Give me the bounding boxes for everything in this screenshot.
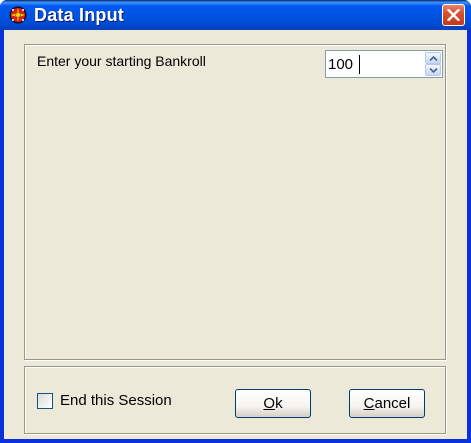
spin-buttons [425,52,441,76]
ok-button[interactable]: Ok [235,389,311,418]
title-bar[interactable]: Data Input [0,0,471,30]
ok-mnemonic: O [263,394,276,412]
bankroll-prompt: Enter your starting Bankroll [37,53,206,69]
bankroll-spinner[interactable] [325,50,443,78]
end-session-label[interactable]: End this Session [60,392,172,409]
window-title: Data Input [34,5,124,25]
close-button[interactable] [442,4,465,26]
roulette-wheel-icon [9,6,27,24]
bankroll-input[interactable] [328,54,416,74]
cancel-button[interactable]: Cancel [349,389,425,418]
input-panel: Enter your starting Bankroll [24,44,446,360]
dialog-client-area: Enter your starting Bankroll 100 End thi… [4,30,467,439]
spin-down-button[interactable] [425,64,441,76]
cancel-mnemonic: C [363,394,375,412]
footer-panel: End this Session Ok Cancel [24,366,446,434]
cancel-label-rest: ancel [374,394,411,412]
end-session-checkbox[interactable] [37,393,53,409]
text-caret [359,55,360,74]
ok-label-rest: k [275,394,283,412]
data-input-dialog: Data Input Enter your starting Bankroll [0,0,471,443]
spin-up-button[interactable] [425,52,441,64]
